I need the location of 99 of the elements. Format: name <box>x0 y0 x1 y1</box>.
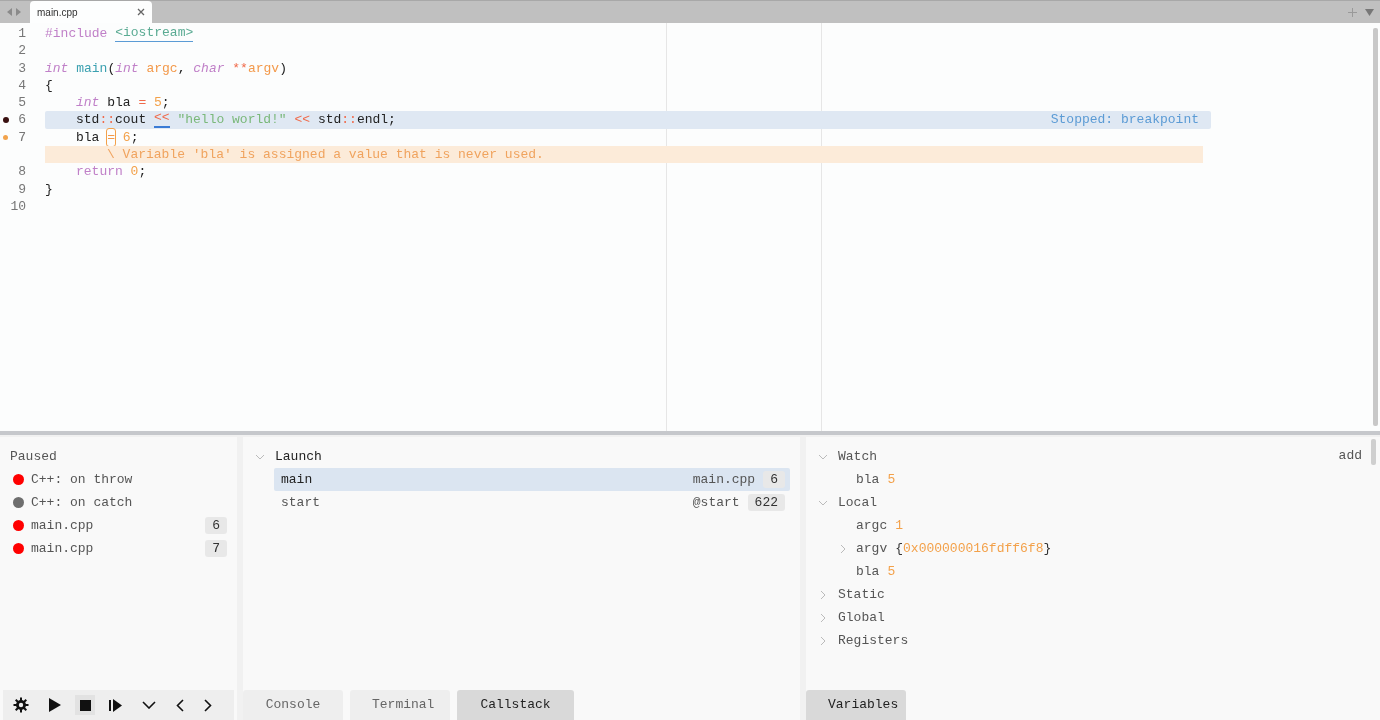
stopped-annotation: Stopped: breakpoint <box>1050 111 1200 129</box>
line-badge: 6 <box>205 517 227 534</box>
code-text: bla <box>76 128 101 147</box>
number-literal: 0 <box>130 163 139 181</box>
line-number: 1 <box>18 25 26 43</box>
variable-group[interactable]: Global <box>838 610 885 625</box>
dropdown-icon[interactable] <box>1365 8 1374 16</box>
code-text: bla <box>107 94 132 112</box>
code-text: ) <box>279 59 287 77</box>
function-name: main <box>76 59 108 77</box>
variable-name: argc <box>856 518 888 533</box>
operator: :: <box>99 111 115 129</box>
file-name: main.cpp <box>692 472 756 487</box>
play-icon[interactable] <box>49 698 61 712</box>
function-name: start <box>281 495 320 510</box>
number-literal: 6 <box>121 128 131 147</box>
code-text: } <box>45 180 53 198</box>
variable-name: argv <box>856 541 888 556</box>
breakpoint-dot[interactable] <box>13 474 24 485</box>
breakpoint-label[interactable]: main.cpp <box>31 541 94 556</box>
line-badge: 622 <box>747 494 785 511</box>
close-icon[interactable] <box>137 8 145 16</box>
code-text: std <box>76 111 100 129</box>
line-number: 6 <box>18 111 26 129</box>
function-name: main <box>281 472 313 487</box>
code-text: ; <box>161 94 170 112</box>
code-text: std <box>316 111 342 129</box>
line-number: 10 <box>10 197 26 216</box>
code-text: endl; <box>356 111 396 129</box>
directive-text: #include <box>45 25 109 43</box>
code-text: ; <box>130 128 139 147</box>
line-number: 7 <box>18 128 26 147</box>
tab-title: main.cpp <box>37 6 78 18</box>
line-number: 2 <box>18 42 26 60</box>
scrollbar[interactable] <box>1371 439 1376 465</box>
code-text: ; <box>138 163 147 181</box>
file-tab[interactable]: main.cpp <box>30 1 152 23</box>
code-text: , <box>177 59 187 77</box>
header-name: <iostream> <box>115 25 194 42</box>
breakpoint-label[interactable]: C++: on throw <box>31 472 133 487</box>
type-keyword: int <box>115 59 140 77</box>
string-literal: "hello world!" <box>176 111 288 129</box>
breakpoint-dot[interactable] <box>13 520 24 531</box>
line-number: 9 <box>18 180 26 198</box>
variable-group[interactable]: Watch <box>838 449 877 464</box>
variable-name: bla <box>856 564 880 579</box>
flagged-operator: = <box>107 128 116 147</box>
line-badge: 7 <box>205 540 227 557</box>
line-badge: 6 <box>763 471 785 488</box>
breakpoint-label[interactable]: main.cpp <box>31 518 94 533</box>
add-link[interactable]: add <box>1338 448 1362 463</box>
breakpoint-dot[interactable] <box>3 117 9 124</box>
type-keyword: int <box>45 59 70 77</box>
line-number: 5 <box>18 94 26 112</box>
chevron-left-icon[interactable] <box>176 698 184 712</box>
keyword: return <box>76 163 124 181</box>
stack-frame[interactable]: start @start 622 <box>274 491 790 514</box>
chevron-right-icon[interactable] <box>204 698 212 712</box>
variable-group[interactable]: Registers <box>838 633 909 648</box>
line-number: 8 <box>18 163 26 181</box>
number-literal: 5 <box>154 94 162 112</box>
stack-frame[interactable]: main main.cpp 6 <box>274 468 790 491</box>
parameter-name: argv <box>247 59 280 77</box>
panel-tab[interactable]: Terminal <box>350 690 450 720</box>
warning-message: \ Variable 'bla' is assigned a value that is never used. <box>45 146 1203 164</box>
panel-tab[interactable]: Variables <box>806 690 906 720</box>
debug-status: Paused <box>10 448 58 466</box>
variable-value: {0x000000016fdff6f8} <box>895 541 1052 556</box>
breakpoint-label[interactable]: C++: on catch <box>31 495 133 510</box>
variable-value: 1 <box>895 518 904 533</box>
operator: = <box>138 94 148 112</box>
code-text: cout <box>115 111 148 129</box>
chevron-down-icon[interactable] <box>142 701 156 709</box>
parameter-name: argc <box>146 59 178 77</box>
operator: :: <box>341 111 357 129</box>
breakpoint-dot[interactable] <box>13 497 24 508</box>
settings-icon[interactable] <box>13 697 29 713</box>
code-text: ( <box>107 59 116 77</box>
step-icon[interactable] <box>109 698 122 712</box>
line-number: 4 <box>18 76 26 95</box>
scrollbar[interactable] <box>1373 28 1378 426</box>
operator: << <box>294 111 311 129</box>
breakpoint-dot[interactable] <box>13 543 24 554</box>
variable-value: 5 <box>887 472 896 487</box>
operator: ** <box>232 59 248 77</box>
variable-group[interactable]: Local <box>838 495 877 510</box>
variable-group[interactable]: Static <box>838 587 885 602</box>
stop-icon[interactable] <box>79 699 91 711</box>
variable-name: bla <box>856 472 880 487</box>
panel-tab[interactable]: Console <box>243 690 343 720</box>
code-text: { <box>45 76 53 95</box>
panel-tab[interactable]: Callstack <box>457 690 574 720</box>
line-number: 3 <box>18 59 26 77</box>
session-title[interactable]: Launch <box>275 449 322 464</box>
operator: << <box>154 111 170 129</box>
type-keyword: int <box>76 94 101 112</box>
variable-value: 5 <box>887 564 896 579</box>
file-name: @start <box>692 495 740 510</box>
type-keyword: char <box>193 59 226 77</box>
